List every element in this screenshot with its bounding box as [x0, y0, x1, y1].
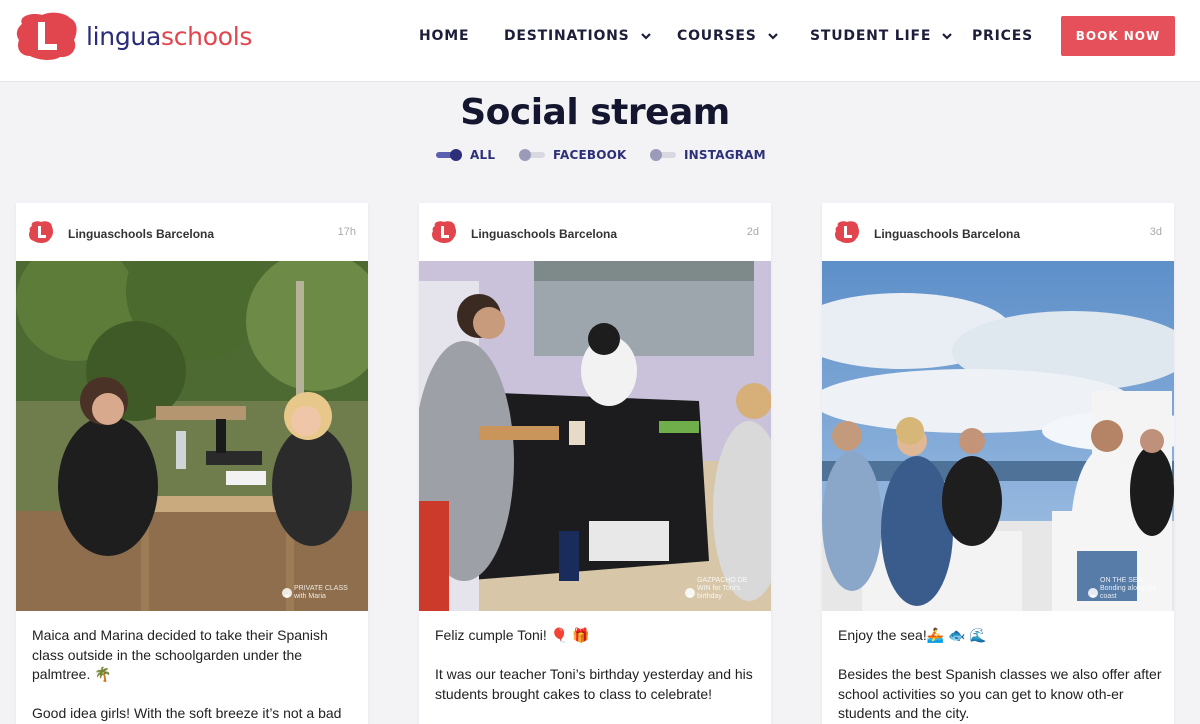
boat-photo [822, 261, 1174, 611]
location-pin-icon [282, 588, 292, 598]
post-time: 17h [337, 226, 356, 238]
post-photo[interactable]: PRIVATE CLASS with Maria [16, 261, 368, 611]
logo-wordmark: linguaschools [86, 21, 253, 51]
post-paragraph: Good idea girls! With the soft breeze it… [32, 705, 342, 721]
photo-caption: GAZPACHO DE WIN for Toni's birthday [697, 577, 748, 600]
photo-caption: PRIVATE CLASS with Maria [294, 585, 348, 600]
avatar [432, 221, 457, 244]
social-post-card[interactable]: Linguaschools Barcelona 17h PRIVATE CLAS… [16, 203, 368, 724]
post-paragraph: Feliz cumple Toni! 🎈 🎁 [435, 627, 590, 643]
nav-prices[interactable]: PRICES [972, 28, 1033, 44]
toggle-switch[interactable] [650, 149, 676, 161]
nav-destinations[interactable]: DESTINATIONS [504, 28, 652, 44]
post-paragraph: Maica and Marina decided to take their S… [32, 627, 328, 682]
post-header: Linguaschools Barcelona 17h [16, 203, 368, 261]
social-post-card[interactable]: Linguaschools Barcelona 2d GAZPACHO DE W… [419, 203, 771, 724]
garden-photo [16, 261, 368, 611]
nav-home[interactable]: HOME [419, 28, 469, 44]
filter-all[interactable]: ALL [436, 148, 495, 162]
avatar [835, 221, 860, 244]
post-header: Linguaschools Barcelona 3d [822, 203, 1174, 261]
avatar [29, 221, 54, 244]
toggle-switch[interactable] [436, 149, 462, 161]
post-text: Maica and Marina decided to take their S… [32, 626, 356, 724]
post-photo[interactable]: ON THE SEA Bonding along the coast [822, 261, 1174, 611]
filter-facebook[interactable]: FACEBOOK [519, 148, 627, 162]
filter-instagram[interactable]: INSTAGRAM [650, 148, 766, 162]
post-paragraph: It was our teacher Toni’s birthday yeste… [435, 666, 753, 702]
classroom-photo [419, 261, 771, 611]
post-paragraph: Besides the best Spanish classes we also… [838, 666, 1162, 721]
nav-student-life[interactable]: STUDENT LIFE [810, 28, 953, 44]
chevron-down-icon [942, 33, 952, 40]
post-photo[interactable]: GAZPACHO DE WIN for Toni's birthday [419, 261, 771, 611]
post-time: 3d [1149, 226, 1162, 238]
post-text: Enjoy the sea!🚣 🐟 🌊 Besides the best Spa… [838, 626, 1162, 724]
post-author[interactable]: Linguaschools Barcelona [874, 227, 1020, 241]
location-pin-icon [685, 588, 695, 598]
filter-label: INSTAGRAM [684, 148, 766, 162]
photo-caption: ON THE SEA Bonding along the coast [1100, 577, 1157, 600]
logo-mark-icon [16, 12, 77, 60]
book-now-button[interactable]: BOOK NOW [1061, 16, 1175, 56]
chevron-down-icon [640, 33, 651, 40]
chevron-down-icon [767, 33, 778, 40]
post-author[interactable]: Linguaschools Barcelona [471, 227, 617, 241]
post-text: Feliz cumple Toni! 🎈 🎁 It was our teache… [435, 626, 759, 724]
toggle-switch[interactable] [519, 149, 545, 161]
site-logo[interactable]: linguaschools [14, 10, 252, 62]
post-author[interactable]: Linguaschools Barcelona [68, 227, 214, 241]
location-pin-icon [1088, 588, 1098, 598]
filter-label: FACEBOOK [553, 148, 627, 162]
post-time: 2d [746, 226, 759, 238]
nav-courses[interactable]: COURSES [677, 28, 779, 44]
post-header: Linguaschools Barcelona 2d [419, 203, 771, 261]
page-title: Social stream [460, 92, 730, 133]
filter-label: ALL [470, 148, 496, 162]
site-header: linguaschools HOME DESTINATIONS COURSES … [0, 0, 1200, 82]
post-paragraph: Enjoy the sea!🚣 🐟 🌊 [838, 627, 987, 643]
social-post-card[interactable]: Linguaschools Barcelona 3d ON THE SEA Bo… [822, 203, 1174, 724]
